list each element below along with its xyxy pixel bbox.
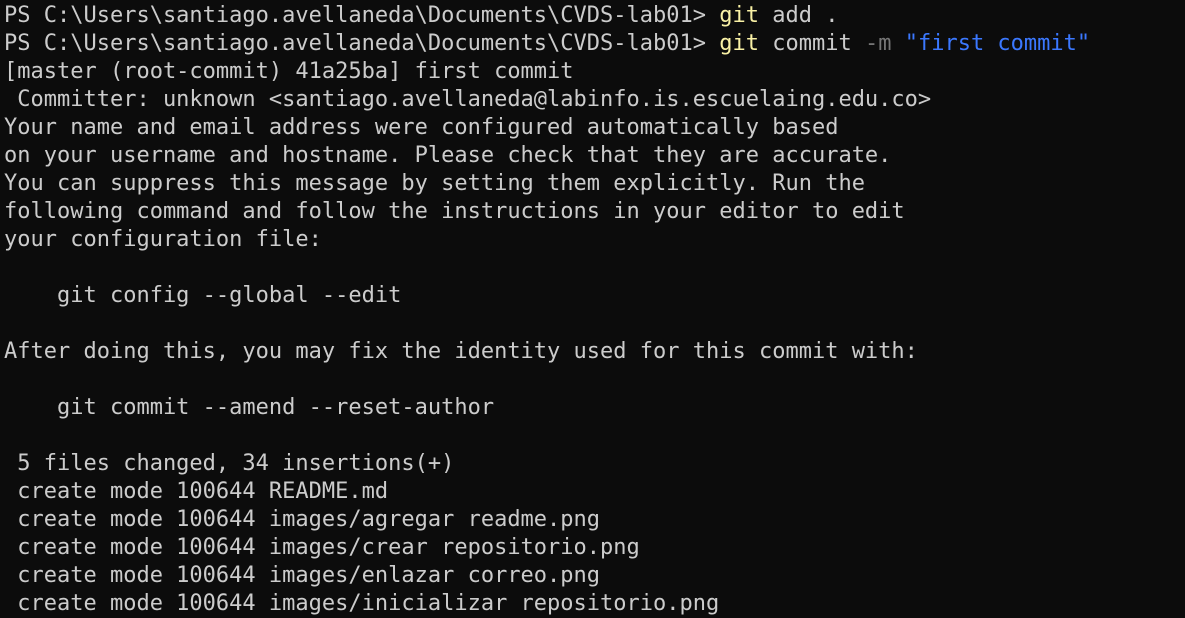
output-line: create mode 100644 images/inicializar re… bbox=[4, 591, 720, 616]
output-line: Committer: unknown <santiago.avellaneda@… bbox=[4, 87, 932, 112]
command-name: git bbox=[719, 3, 759, 28]
output-line: create mode 100644 images/agregar readme… bbox=[4, 507, 601, 532]
commit-message-string: "first commit" bbox=[904, 31, 1091, 56]
output-line: git commit --amend --reset-author bbox=[4, 395, 495, 420]
output-line: [master (root-commit) 41a25ba] first com… bbox=[4, 59, 574, 84]
terminal-window[interactable]: PS C:\Users\santiago.avellaneda\Document… bbox=[0, 0, 1185, 618]
output-line: 5 files changed, 34 insertions(+) bbox=[4, 451, 455, 476]
prompt-line-git-commit: PS C:\Users\santiago.avellaneda\Document… bbox=[4, 30, 1185, 58]
output-line: After doing this, you may fix the identi… bbox=[4, 339, 918, 364]
output-line: create mode 100644 README.md bbox=[4, 479, 389, 504]
prompt-path: PS C:\Users\santiago.avellaneda\Document… bbox=[4, 3, 720, 28]
output-line: Your name and email address were configu… bbox=[4, 115, 839, 140]
output-line: git config --global --edit bbox=[4, 283, 402, 308]
command-args: commit bbox=[759, 31, 865, 56]
output-line: You can suppress this message by setting… bbox=[4, 171, 865, 196]
command-flag: -m bbox=[864, 31, 892, 56]
command-args: add . bbox=[759, 3, 839, 28]
output-line: create mode 100644 images/enlazar correo… bbox=[4, 563, 601, 588]
prompt-path: PS C:\Users\santiago.avellaneda\Document… bbox=[4, 31, 720, 56]
output-line: create mode 100644 images/crear reposito… bbox=[4, 535, 640, 560]
output-line: following command and follow the instruc… bbox=[4, 199, 905, 224]
command-name: git bbox=[719, 31, 759, 56]
prompt-line-git-add: PS C:\Users\santiago.avellaneda\Document… bbox=[4, 2, 1185, 30]
output-line: your configuration file: bbox=[4, 227, 322, 252]
output-line: on your username and hostname. Please ch… bbox=[4, 143, 892, 168]
